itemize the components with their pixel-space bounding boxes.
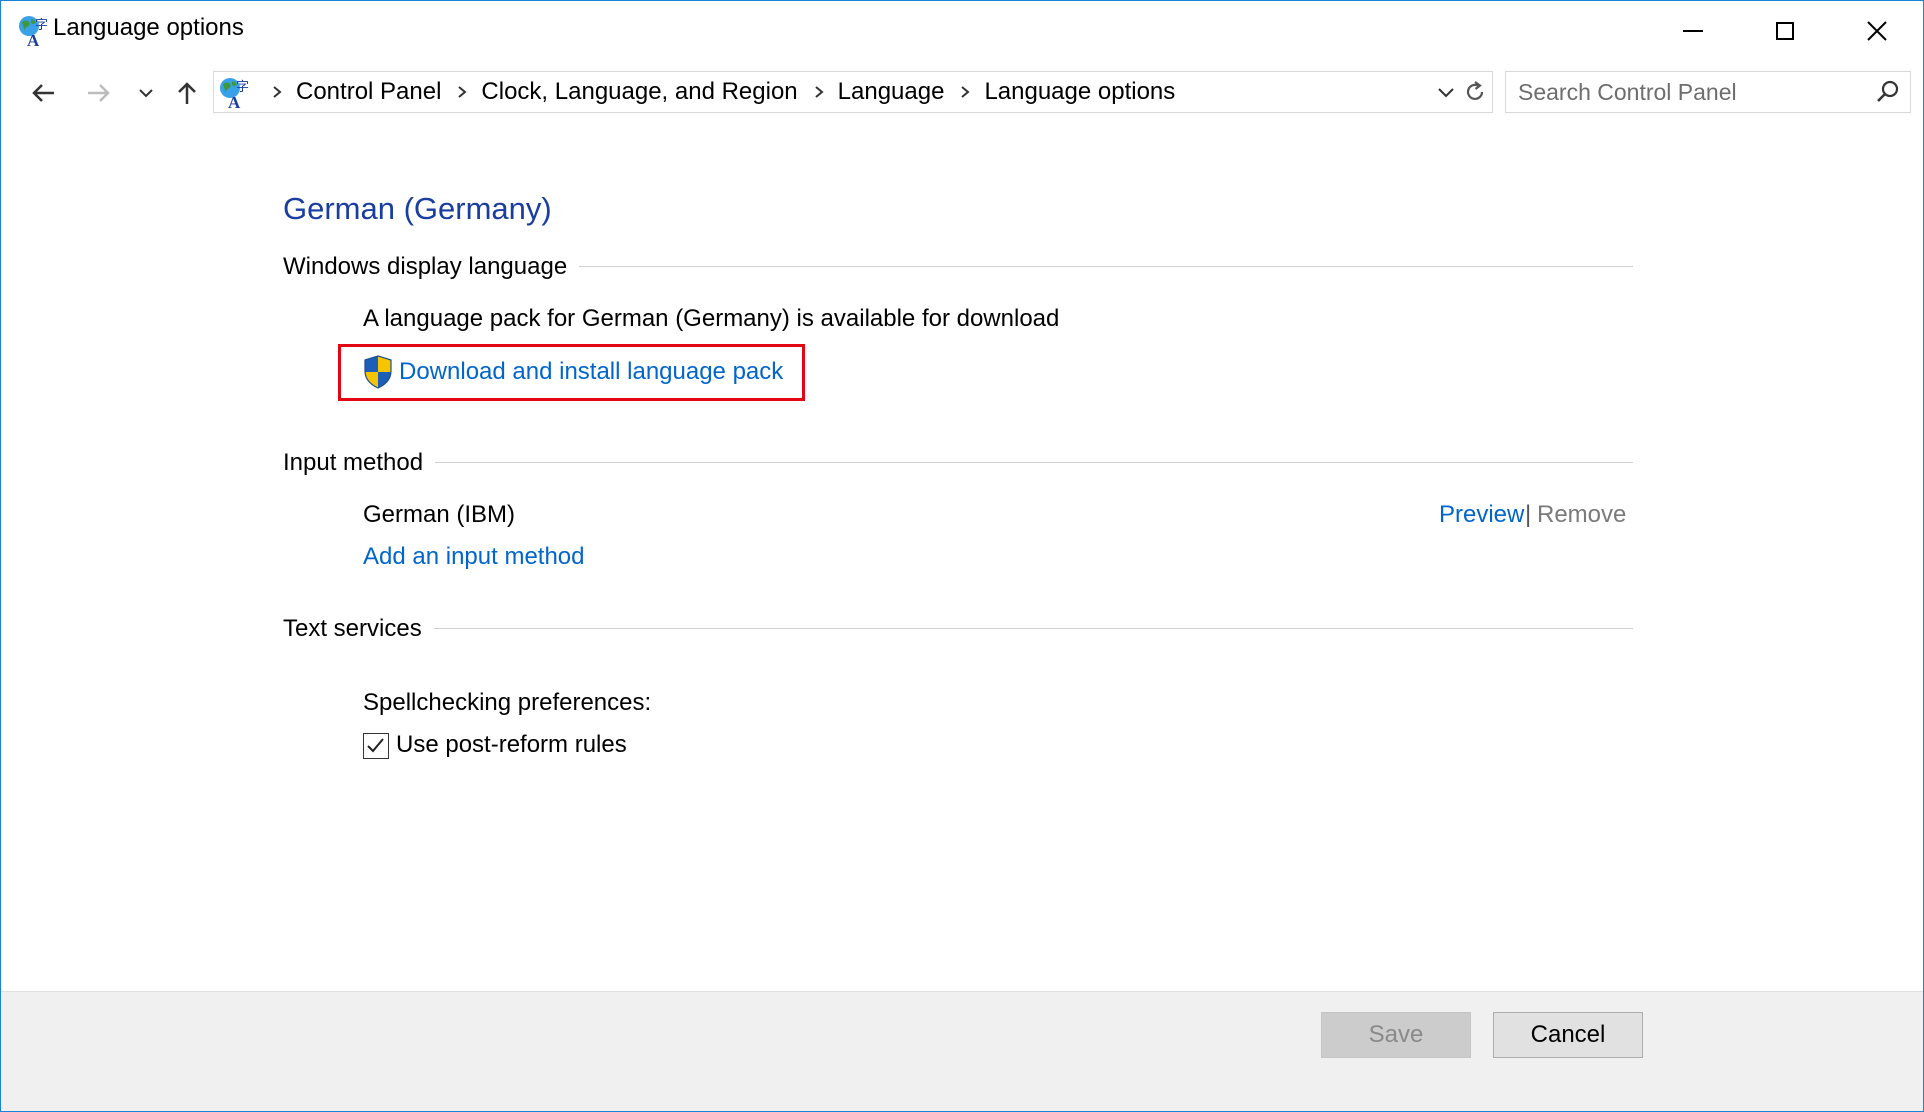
minimize-button[interactable] (1647, 1, 1739, 61)
svg-text:A: A (228, 93, 241, 109)
close-icon (1867, 21, 1887, 41)
section-divider (283, 462, 1633, 463)
search-box[interactable] (1505, 71, 1911, 113)
section-title-input-method: Input method (283, 449, 436, 477)
section-title-display-language: Windows display language (283, 253, 580, 281)
section-title-text-services: Text services (283, 615, 434, 643)
breadcrumb-clock-language-region[interactable]: Clock, Language, and Region (477, 78, 803, 106)
svg-text:字: 字 (236, 80, 249, 95)
page-title: German (Germany) (283, 191, 552, 226)
language-globe-icon: A 字 (19, 16, 48, 47)
download-language-pack-label[interactable]: Download and install language pack (399, 358, 783, 386)
cancel-button[interactable]: Cancel (1493, 1012, 1643, 1058)
spellcheck-preferences-label: Spellchecking preferences: (363, 689, 652, 716)
maximize-icon (1776, 22, 1794, 40)
navigation-bar: A 字 Control Panel Clock, Language, and R… (1, 69, 1923, 117)
breadcrumb-separator-icon[interactable] (262, 85, 292, 99)
breadcrumb-language-options[interactable]: Language options (980, 78, 1181, 106)
dialog-footer: Save Cancel (1, 991, 1923, 1111)
breadcrumb-separator-icon[interactable] (950, 85, 980, 99)
language-pack-message: A language pack for German (Germany) is … (363, 305, 1060, 332)
forward-arrow-icon (88, 84, 110, 102)
section-divider (283, 628, 1633, 629)
address-bar[interactable]: A 字 Control Panel Clock, Language, and R… (213, 71, 1493, 113)
close-button[interactable] (1831, 1, 1923, 61)
main-content: German (Germany) Windows display languag… (1, 131, 1923, 991)
up-arrow-icon (178, 82, 196, 104)
input-method-name: German (IBM) (363, 501, 516, 528)
back-arrow-icon (32, 84, 54, 102)
refresh-icon (1466, 81, 1483, 101)
maximize-button[interactable] (1739, 1, 1831, 61)
svg-text:A: A (27, 31, 40, 47)
search-icon[interactable] (1874, 78, 1902, 106)
post-reform-checkbox-label[interactable]: Use post-reform rules (396, 731, 627, 759)
language-globe-icon: A 字 (220, 78, 249, 109)
remove-link[interactable]: Remove (1537, 501, 1626, 529)
save-button[interactable]: Save (1321, 1012, 1471, 1058)
breadcrumb-separator-icon[interactable] (804, 85, 834, 99)
chevron-down-icon (1438, 88, 1454, 98)
minimize-icon (1683, 30, 1703, 32)
chevron-down-icon (139, 89, 153, 98)
forward-button[interactable] (79, 75, 119, 111)
up-button[interactable] (167, 75, 207, 111)
breadcrumb: Control Panel Clock, Language, and Regio… (262, 72, 1181, 112)
breadcrumb-language[interactable]: Language (834, 78, 951, 106)
refresh-button[interactable] (1457, 71, 1493, 113)
download-language-pack-link[interactable]: Download and install language pack (363, 355, 783, 389)
window-title: Language options (53, 14, 244, 41)
preview-link[interactable]: Preview (1439, 501, 1524, 529)
uac-shield-icon (364, 355, 392, 389)
breadcrumb-separator-icon[interactable] (447, 85, 477, 99)
link-separator: | (1525, 501, 1532, 528)
title-bar: A 字 Language options (1, 1, 1923, 61)
recent-locations-button[interactable] (129, 75, 163, 111)
back-button[interactable] (23, 75, 63, 111)
checkmark-icon (367, 738, 384, 753)
search-input[interactable] (1506, 72, 1878, 112)
post-reform-checkbox[interactable] (363, 733, 389, 759)
svg-text:字: 字 (35, 18, 48, 33)
address-history-dropdown[interactable] (1432, 72, 1460, 112)
breadcrumb-control-panel[interactable]: Control Panel (292, 78, 447, 106)
add-input-method-link[interactable]: Add an input method (363, 543, 585, 571)
language-options-window: A 字 Language options A 字 Control Panel C… (0, 0, 1924, 1112)
